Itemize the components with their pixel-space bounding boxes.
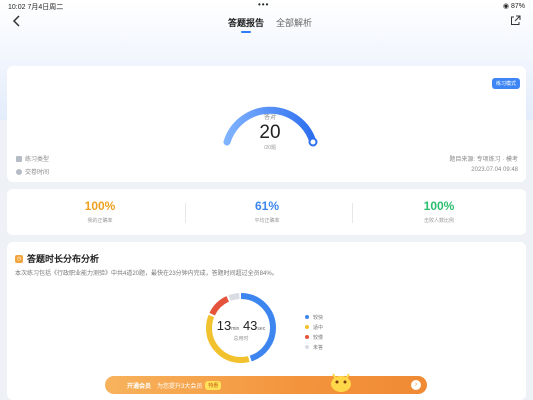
section-description: 本次练习包括《行政职业能力测验》中共4道20题，最快在23分钟内完成，答题时间超… bbox=[15, 271, 278, 277]
stat-value: 100% bbox=[84, 199, 116, 213]
donut-legend: 较快 适中 较慢 未答 bbox=[305, 312, 323, 352]
share-icon[interactable] bbox=[510, 15, 521, 29]
legend-dot-icon bbox=[305, 345, 309, 349]
legend-item: 较快 bbox=[305, 312, 323, 322]
submit-time-value: 2023.07.04 09:48 bbox=[471, 167, 518, 173]
practice-type: 练习类型 bbox=[16, 154, 49, 163]
status-time: 10:02 7月4日周二 bbox=[8, 4, 64, 11]
clock-badge-icon: ◷ bbox=[15, 254, 23, 263]
mode-tag: 练习模式 bbox=[491, 78, 520, 89]
score-summary-card: 练习模式 答对 20 /20题 练习类型 交卷时间 题目来源: 专项练习 · 模… bbox=[7, 66, 526, 182]
total-time: 13min 43sec bbox=[216, 318, 266, 333]
clock-icon bbox=[16, 168, 22, 175]
legend-dot-icon bbox=[305, 335, 309, 339]
stat-value: 100% bbox=[423, 199, 455, 213]
legend-item: 适中 bbox=[305, 322, 323, 332]
stat-label: 击败人数比例 bbox=[423, 218, 454, 224]
chevron-right-icon[interactable]: › bbox=[411, 380, 421, 390]
legend-dot-icon bbox=[305, 325, 309, 329]
legend-item: 未答 bbox=[305, 342, 323, 352]
divider bbox=[185, 203, 186, 223]
accuracy-stats-card: 100% 我的正确率 61% 平均正确率 100% 击败人数比例 bbox=[7, 189, 526, 235]
status-bar: 10:02 7月4日周二 ••• ◉ 87% bbox=[0, 0, 533, 12]
promo-label: 开通会员 bbox=[127, 383, 152, 390]
total-count: /20题 bbox=[264, 145, 276, 151]
stat-average-accuracy: 61% 平均正确率 bbox=[207, 199, 327, 224]
submit-time-label: 交卷时间 bbox=[16, 167, 49, 176]
top-nav: 答题报告 全部解析 bbox=[0, 12, 533, 34]
promo-text: 为您提升3大会员 bbox=[157, 383, 203, 390]
gauge-label: 答对 bbox=[263, 115, 276, 121]
correct-count: 20 bbox=[259, 122, 281, 143]
legend-dot-icon bbox=[305, 315, 309, 319]
divider bbox=[352, 203, 353, 223]
section-title: ◷ 答题时长分布分析 bbox=[15, 254, 100, 264]
report-tabs: 答题报告 全部解析 bbox=[228, 16, 312, 33]
total-time-label: 总用时 bbox=[233, 336, 249, 342]
promo-badge: 特惠 bbox=[205, 380, 222, 390]
multitask-dots[interactable]: ••• bbox=[258, 0, 269, 9]
stat-beat-ratio: 100% 击败人数比例 bbox=[379, 199, 499, 224]
mascot-icon bbox=[331, 373, 351, 392]
document-icon bbox=[16, 155, 22, 162]
legend-item: 较慢 bbox=[305, 332, 323, 342]
score-gauge: 答对 20 /20题 bbox=[215, 80, 325, 151]
stat-label: 平均正确率 bbox=[254, 218, 280, 224]
battery-indicator: ◉ 87% bbox=[502, 3, 525, 10]
stat-label: 我的正确率 bbox=[87, 218, 113, 224]
question-source: 题目来源: 专项练习 · 模考 bbox=[449, 157, 518, 163]
stat-value: 61% bbox=[254, 199, 280, 213]
membership-promo-banner[interactable]: 开通会员 为您提升3大会员 特惠 › bbox=[105, 373, 427, 394]
back-chevron-icon[interactable] bbox=[12, 15, 22, 30]
tab-all-analysis[interactable]: 全部解析 bbox=[276, 16, 312, 33]
tab-report[interactable]: 答题报告 bbox=[228, 16, 264, 33]
stat-my-accuracy: 100% 我的正确率 bbox=[40, 199, 160, 224]
